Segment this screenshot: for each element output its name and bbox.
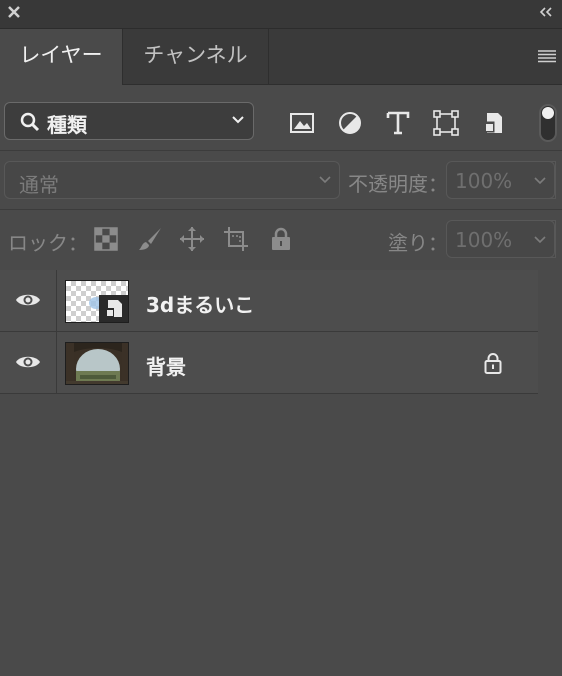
lock-artboard-icon[interactable] bbox=[223, 226, 249, 252]
blend-mode-select[interactable]: 通常 bbox=[4, 161, 340, 199]
opacity-dropdown-button[interactable] bbox=[526, 161, 555, 199]
filter-kind-select[interactable]: 種類 bbox=[4, 102, 254, 140]
opacity-value: 100% bbox=[455, 169, 513, 193]
eye-icon[interactable] bbox=[15, 353, 41, 371]
layer-thumbnail bbox=[65, 342, 129, 385]
lock-label: ロック： bbox=[8, 231, 88, 255]
filter-kind-label: 種類 bbox=[47, 113, 87, 137]
layer-thumbnail bbox=[65, 280, 129, 323]
lock-row: ロック： 塗り： 100% bbox=[0, 210, 562, 268]
lock-image-pixels-icon[interactable] bbox=[137, 226, 163, 252]
fill-value: 100% bbox=[455, 228, 513, 252]
toggle-knob bbox=[542, 107, 554, 119]
smart-object-badge-icon bbox=[89, 295, 128, 322]
eye-icon[interactable] bbox=[15, 291, 41, 309]
divider bbox=[56, 332, 57, 394]
fill-label: 塗り： bbox=[388, 231, 448, 255]
panel-menu-icon[interactable] bbox=[538, 49, 556, 63]
adjustment-layer-filter-icon[interactable] bbox=[337, 110, 363, 136]
tab-channels[interactable]: チャンネル bbox=[123, 29, 269, 84]
filter-row: 種類 bbox=[0, 86, 562, 151]
panel-title-bar bbox=[0, 0, 562, 29]
filter-toggle[interactable] bbox=[539, 104, 557, 142]
chevron-down-icon bbox=[534, 177, 546, 185]
fill-dropdown-button[interactable] bbox=[526, 220, 555, 258]
chevron-down-icon bbox=[319, 176, 331, 184]
background-photo-image bbox=[66, 343, 128, 384]
type-layer-filter-icon[interactable] bbox=[385, 110, 411, 136]
divider bbox=[56, 270, 57, 332]
lock-transparent-pixels-icon[interactable] bbox=[93, 226, 119, 252]
lock-icon[interactable] bbox=[483, 352, 503, 374]
search-icon bbox=[20, 112, 40, 132]
chevron-down-icon bbox=[534, 236, 546, 244]
lock-position-icon[interactable] bbox=[179, 226, 205, 252]
layer-name[interactable]: 3dまるいこ bbox=[146, 289, 254, 318]
opacity-label: 不透明度： bbox=[348, 172, 448, 196]
pixel-layer-filter-icon[interactable] bbox=[289, 110, 315, 136]
layer-name[interactable]: 背景 bbox=[146, 351, 186, 380]
collapse-panel-icon[interactable] bbox=[538, 6, 554, 18]
close-icon[interactable] bbox=[7, 4, 21, 20]
layer-row-background[interactable]: 背景 bbox=[0, 332, 538, 394]
layer-list-scrollbar[interactable] bbox=[538, 268, 562, 676]
blend-row: 通常 不透明度： 100% bbox=[0, 151, 562, 210]
smart-object-filter-icon[interactable] bbox=[481, 110, 507, 136]
blend-mode-value: 通常 bbox=[19, 173, 59, 197]
shape-layer-filter-icon[interactable] bbox=[433, 110, 459, 136]
panel-tabs: レイヤー チャンネル bbox=[0, 29, 562, 85]
layer-row-3dmaruiko[interactable]: 3dまるいこ bbox=[0, 270, 538, 332]
chevron-down-icon bbox=[232, 116, 244, 124]
lock-all-icon[interactable] bbox=[268, 226, 294, 252]
tab-layers[interactable]: レイヤー bbox=[0, 29, 123, 85]
